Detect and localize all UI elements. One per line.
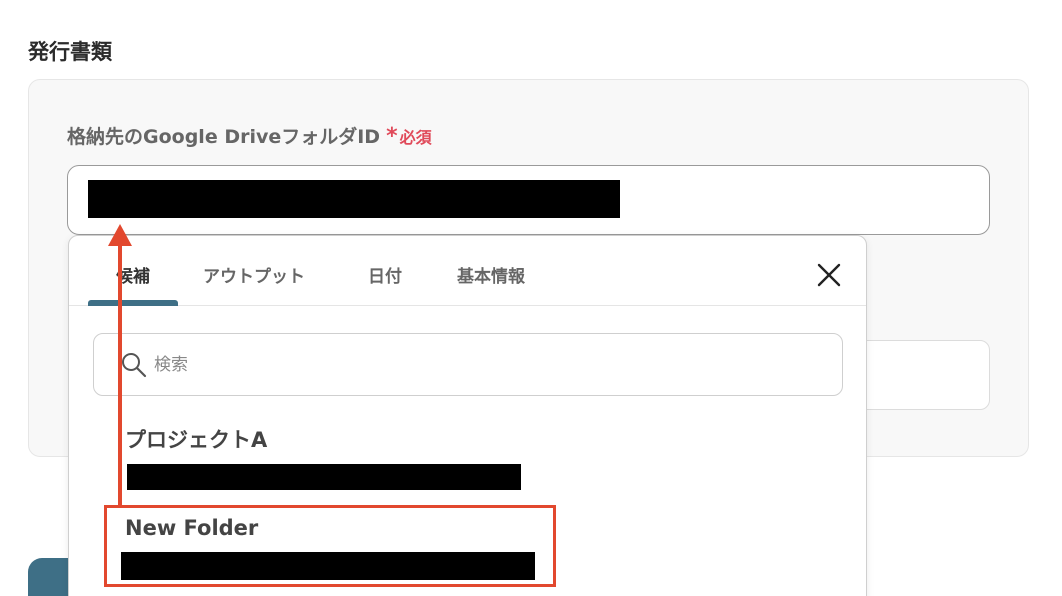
secondary-input[interactable] <box>850 340 990 410</box>
folder-id-input[interactable] <box>67 165 990 235</box>
annotation-highlight <box>104 505 556 587</box>
tab-basic-info[interactable]: 基本情報 <box>457 262 525 287</box>
section-title: 発行書類 <box>28 40 112 64</box>
annotation-arrow <box>100 222 140 508</box>
redacted-value <box>127 464 521 490</box>
search-box[interactable] <box>93 333 843 396</box>
field-label-text: 格納先のGoogle DriveフォルダID <box>67 126 381 148</box>
tab-date[interactable]: 日付 <box>368 262 402 287</box>
field-label: 格納先のGoogle DriveフォルダID * 必須 <box>67 122 432 149</box>
page: 発行書類 格納先のGoogle DriveフォルダID * 必須 候補 アウトプット… <box>0 0 1062 596</box>
tab-output[interactable]: アウトプット <box>203 262 305 287</box>
redacted-value <box>88 180 620 218</box>
search-input[interactable] <box>154 344 824 386</box>
required-asterisk: * <box>386 124 398 149</box>
close-icon[interactable] <box>814 260 844 290</box>
dropdown-tabs: 候補 アウトプット 日付 基本情報 <box>69 236 866 306</box>
required-badge: 必須 <box>399 128 432 147</box>
list-item-title: プロジェクトA <box>125 428 268 452</box>
